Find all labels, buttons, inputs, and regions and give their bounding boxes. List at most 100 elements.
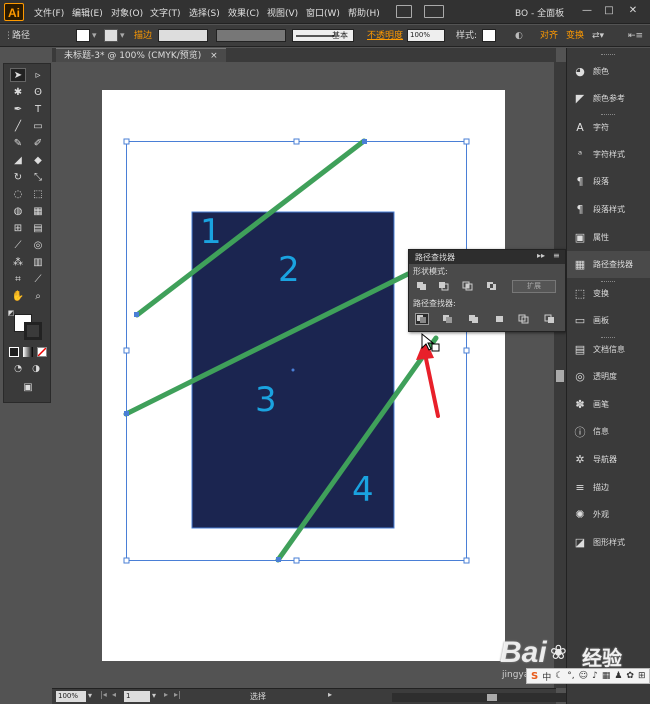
mesh-tool-icon[interactable]: ⊞ <box>10 221 26 235</box>
outline-icon[interactable] <box>517 313 531 325</box>
stroke-weight-field[interactable] <box>158 29 208 42</box>
dock-item-navigator[interactable]: ✲ 导航器 <box>567 446 650 473</box>
dock-item-color-guide[interactable]: ◤ 颜色参考 <box>567 85 650 112</box>
horizontal-scroll-thumb[interactable] <box>487 694 497 701</box>
vertical-scrollbar[interactable] <box>554 62 566 688</box>
rectangle-tool-icon[interactable]: ▭ <box>30 119 46 133</box>
tools-icon[interactable]: ⊞ <box>638 671 646 681</box>
punctuation-icon[interactable]: °, <box>567 671 574 681</box>
opacity-label[interactable]: 不透明度 <box>367 29 403 43</box>
minus-front-icon[interactable] <box>437 280 451 292</box>
menu-edit[interactable]: 编辑(E) <box>72 6 103 19</box>
chevron-down-icon[interactable]: ▾ <box>88 691 92 700</box>
zoom-field[interactable]: 100% <box>56 691 86 702</box>
unite-icon[interactable] <box>415 280 429 292</box>
emoji-icon[interactable]: ☺ <box>579 671 588 681</box>
keyboard-icon[interactable]: ▦ <box>602 671 611 681</box>
warp-tool-icon[interactable]: ◌ <box>10 187 26 201</box>
panel-menu-icon[interactable]: ⇤≡ <box>628 29 643 43</box>
divide-icon[interactable] <box>415 313 429 325</box>
ime-toolbar[interactable]: S 中 ☾ °, ☺ ♪ ▦ ♟ ✿ ⊞ <box>526 668 650 684</box>
scale-tool-icon[interactable]: ⤡ <box>30 170 46 184</box>
dock-item-paragraph[interactable]: ¶ 段落 <box>567 168 650 195</box>
align-link[interactable]: 对齐 <box>540 29 558 43</box>
document-tab[interactable]: 未标题-3* @ 100% (CMYK/预览) × <box>56 48 226 62</box>
menu-effect[interactable]: 效果(C) <box>228 6 259 19</box>
dock-grip[interactable] <box>601 54 615 56</box>
opacity-field[interactable]: 100% <box>407 29 445 42</box>
ime-mode[interactable]: 中 <box>542 670 551 683</box>
menu-window[interactable]: 窗口(W) <box>306 6 340 19</box>
dock-item-pathfinder[interactable]: ▦ 路径查找器 <box>567 251 650 278</box>
dock-item-attributes[interactable]: ▣ 属性 <box>567 224 650 251</box>
fill-swatch[interactable] <box>76 29 90 42</box>
pen-tool-icon[interactable]: ✒ <box>10 102 26 116</box>
artboard-number-field[interactable]: 1 <box>124 691 150 702</box>
gradient-mode-icon[interactable] <box>23 347 33 357</box>
pathfinder-panel-header[interactable]: 路径查找器 ▸▸ ≡ <box>409 250 565 264</box>
dock-item-color[interactable]: ◕ 颜色 <box>567 58 650 85</box>
shape-builder-tool-icon[interactable]: ◍ <box>10 204 26 218</box>
canvas[interactable]: 1 2 3 4 <box>52 62 556 688</box>
transform-link[interactable]: 变换 <box>566 29 584 43</box>
dock-item-graphic-styles[interactable]: ◪ 图形样式 <box>567 529 650 556</box>
column-graph-tool-icon[interactable]: ▥ <box>30 255 46 269</box>
expand-button[interactable]: 扩展 <box>512 280 556 293</box>
maximize-button[interactable]: □ <box>600 3 618 19</box>
draw-behind-icon[interactable]: ◑ <box>28 362 44 376</box>
menu-view[interactable]: 视图(V) <box>267 6 298 19</box>
pencil-tool-icon[interactable]: ✐ <box>30 136 46 150</box>
minus-back-icon[interactable] <box>543 313 557 325</box>
hand-tool-icon[interactable]: ✋ <box>10 289 26 303</box>
next-artboard-icon[interactable]: ▸ <box>164 690 168 699</box>
recolor-icon[interactable]: ◐ <box>515 29 523 43</box>
dock-item-artboards[interactable]: ▭ 画板 <box>567 307 650 334</box>
dock-item-appearance[interactable]: ✺ 外观 <box>567 501 650 528</box>
moon-icon[interactable]: ☾ <box>555 671 563 681</box>
intersect-icon[interactable] <box>461 280 475 292</box>
stroke-swatch[interactable] <box>104 29 118 42</box>
bridge-icon[interactable] <box>396 5 412 18</box>
blend-tool-icon[interactable]: ◎ <box>30 238 46 252</box>
default-colors-icon[interactable]: ◩ <box>6 308 16 318</box>
rotate-tool-icon[interactable]: ↻ <box>10 170 26 184</box>
prev-artboard-icon[interactable]: ◂ <box>112 690 116 699</box>
vertical-scroll-thumb[interactable] <box>556 370 564 382</box>
stroke-color-box[interactable] <box>24 322 42 340</box>
status-menu-icon[interactable]: ▸ <box>328 690 332 699</box>
user-icon[interactable]: ♟ <box>614 671 622 681</box>
paintbrush-tool-icon[interactable]: ✎ <box>10 136 26 150</box>
trim-icon[interactable] <box>441 313 455 325</box>
workspace-switcher[interactable]: BO - 全面板 <box>515 6 564 19</box>
selection-tool-icon[interactable]: ➤ <box>10 68 26 82</box>
menu-file[interactable]: 文件(F) <box>34 6 64 19</box>
dock-item-stroke[interactable]: ≡ 描边 <box>567 474 650 501</box>
free-transform-tool-icon[interactable]: ⬚ <box>30 187 46 201</box>
menu-type[interactable]: 文字(T) <box>150 6 181 19</box>
dock-item-character-styles[interactable]: ᵃ 字符样式 <box>567 141 650 168</box>
chevron-down-icon[interactable]: ▾ <box>92 29 97 43</box>
direct-selection-tool-icon[interactable]: ▹ <box>30 68 46 82</box>
none-mode-icon[interactable] <box>37 347 47 357</box>
arrange-documents-icon[interactable] <box>424 5 444 18</box>
variable-width-field[interactable] <box>216 29 286 42</box>
blob-brush-tool-icon[interactable]: ◢ <box>10 153 26 167</box>
magic-wand-tool-icon[interactable]: ✱ <box>10 85 26 99</box>
graphic-style-swatch[interactable] <box>482 29 496 42</box>
skin-icon[interactable]: ✿ <box>626 671 634 681</box>
perspective-grid-tool-icon[interactable]: ▦ <box>30 204 46 218</box>
screen-mode-icon[interactable]: ▣ <box>20 380 36 394</box>
crop-icon[interactable] <box>493 313 507 325</box>
menu-select[interactable]: 选择(S) <box>189 6 220 19</box>
menu-object[interactable]: 对象(O) <box>111 6 143 19</box>
lasso-tool-icon[interactable]: ʘ <box>30 85 46 99</box>
last-artboard-icon[interactable]: ▸| <box>174 690 181 699</box>
stroke-label[interactable]: 描边 <box>134 29 152 43</box>
draw-mode-icon[interactable]: ◔ <box>10 362 26 376</box>
type-tool-icon[interactable]: T <box>30 102 46 116</box>
slice-tool-icon[interactable]: ⟋ <box>30 272 46 286</box>
panel-menu-icon[interactable]: ≡ <box>553 251 560 260</box>
color-mode-icon[interactable] <box>9 347 19 357</box>
zoom-tool-icon[interactable]: ⌕ <box>30 289 46 303</box>
merge-icon[interactable] <box>467 313 481 325</box>
